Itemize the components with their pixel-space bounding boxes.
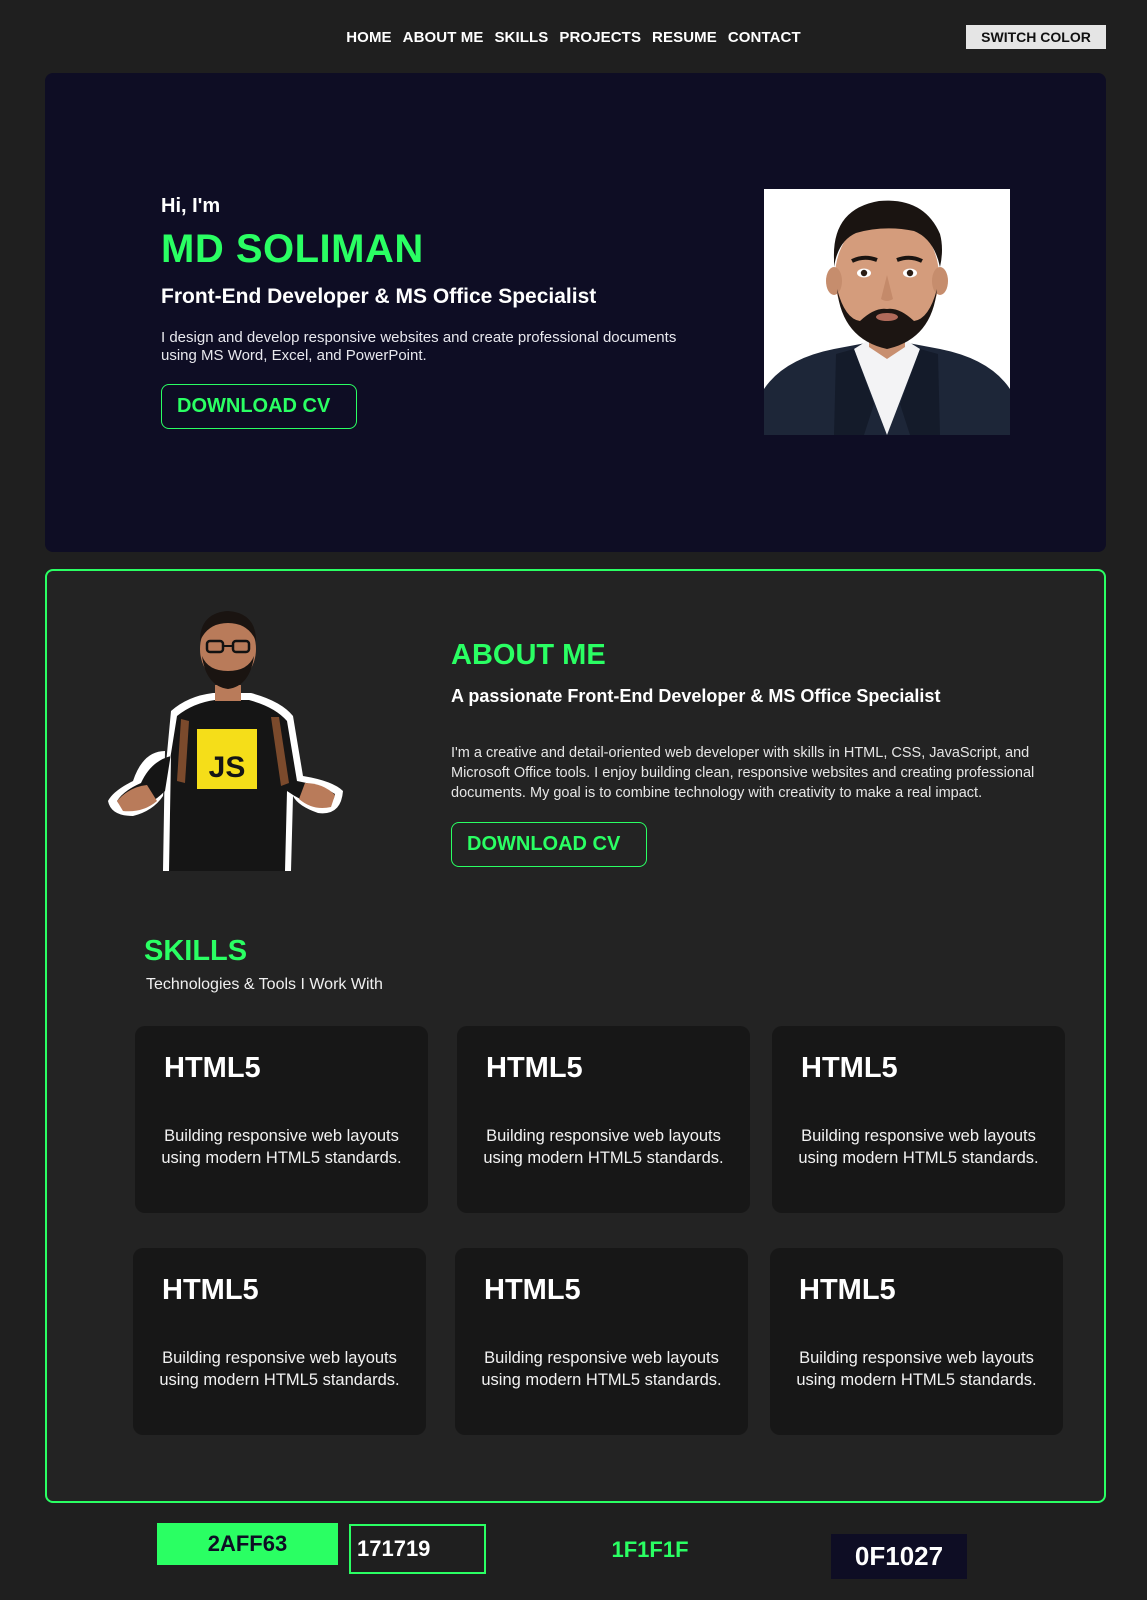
swatch-hero: 0F1027 [831, 1534, 967, 1579]
portfolio-page: HOME ABOUT ME SKILLS PROJECTS RESUME CON… [0, 0, 1147, 1600]
nav-home[interactable]: HOME [346, 26, 391, 50]
swatch-card: 171719 [349, 1524, 486, 1574]
js-logo-text: JS [209, 751, 246, 784]
skill-card[interactable]: HTML5 Building responsive web layouts us… [455, 1248, 748, 1435]
about-text: I'm a creative and detail-oriented web d… [451, 745, 1035, 801]
nav-skills[interactable]: SKILLS [494, 26, 548, 50]
hero-name: MD SOLIMAN [161, 227, 424, 271]
skill-description: Building responsive web layouts using mo… [481, 1349, 722, 1389]
skill-description: Building responsive web layouts using mo… [161, 1127, 402, 1167]
skill-description: Building responsive web layouts using mo… [796, 1349, 1037, 1389]
switch-color-button[interactable]: SWITCH COLOR [966, 25, 1106, 49]
skill-name: HTML5 [164, 1052, 261, 1084]
nav-resume[interactable]: RESUME [652, 26, 717, 50]
skill-card[interactable]: HTML5 Building responsive web layouts us… [772, 1026, 1065, 1213]
hero-description: I design and develop responsive websites… [161, 329, 677, 364]
nav-projects[interactable]: PROJECTS [559, 26, 641, 50]
about-subtitle: A passionate Front-End Developer & MS Of… [451, 686, 941, 706]
skills-subtitle: Technologies & Tools I Work With [146, 976, 383, 993]
about-skills-card: JS ABOUT ME A passionate Front-End Devel… [45, 569, 1106, 1503]
skill-card[interactable]: HTML5 Building responsive web layouts us… [133, 1248, 426, 1435]
skill-description: Building responsive web layouts using mo… [483, 1127, 724, 1167]
nav-contact[interactable]: CONTACT [728, 26, 801, 50]
hero-role: Front-End Developer & MS Office Speciali… [161, 285, 597, 308]
skill-name: HTML5 [486, 1052, 583, 1084]
skills-title: SKILLS [144, 935, 248, 967]
skill-card[interactable]: HTML5 Building responsive web layouts us… [457, 1026, 750, 1213]
skill-name: HTML5 [799, 1274, 896, 1306]
about-download-cv-button[interactable]: DOWNLOAD CV [451, 822, 647, 867]
skill-name: HTML5 [484, 1274, 581, 1306]
about-cutout-photo: JS [103, 601, 353, 871]
nav-about[interactable]: ABOUT ME [403, 26, 484, 50]
skill-card[interactable]: HTML5 Building responsive web layouts us… [770, 1248, 1063, 1435]
swatch-accent: 2AFF63 [157, 1523, 338, 1565]
hero-download-cv-button[interactable]: DOWNLOAD CV [161, 384, 357, 429]
profile-photo [764, 189, 1010, 435]
skill-name: HTML5 [162, 1274, 259, 1306]
skill-card[interactable]: HTML5 Building responsive web layouts us… [135, 1026, 428, 1213]
hero-greeting: Hi, I'm [161, 195, 221, 217]
swatch-page: 1F1F1F [611, 1537, 689, 1562]
skill-description: Building responsive web layouts using mo… [798, 1127, 1039, 1167]
skill-name: HTML5 [801, 1052, 898, 1084]
about-title: ABOUT ME [451, 639, 606, 671]
skill-description: Building responsive web layouts using mo… [159, 1349, 400, 1389]
hero-section: Hi, I'm MD SOLIMAN Front-End Developer &… [45, 73, 1106, 552]
